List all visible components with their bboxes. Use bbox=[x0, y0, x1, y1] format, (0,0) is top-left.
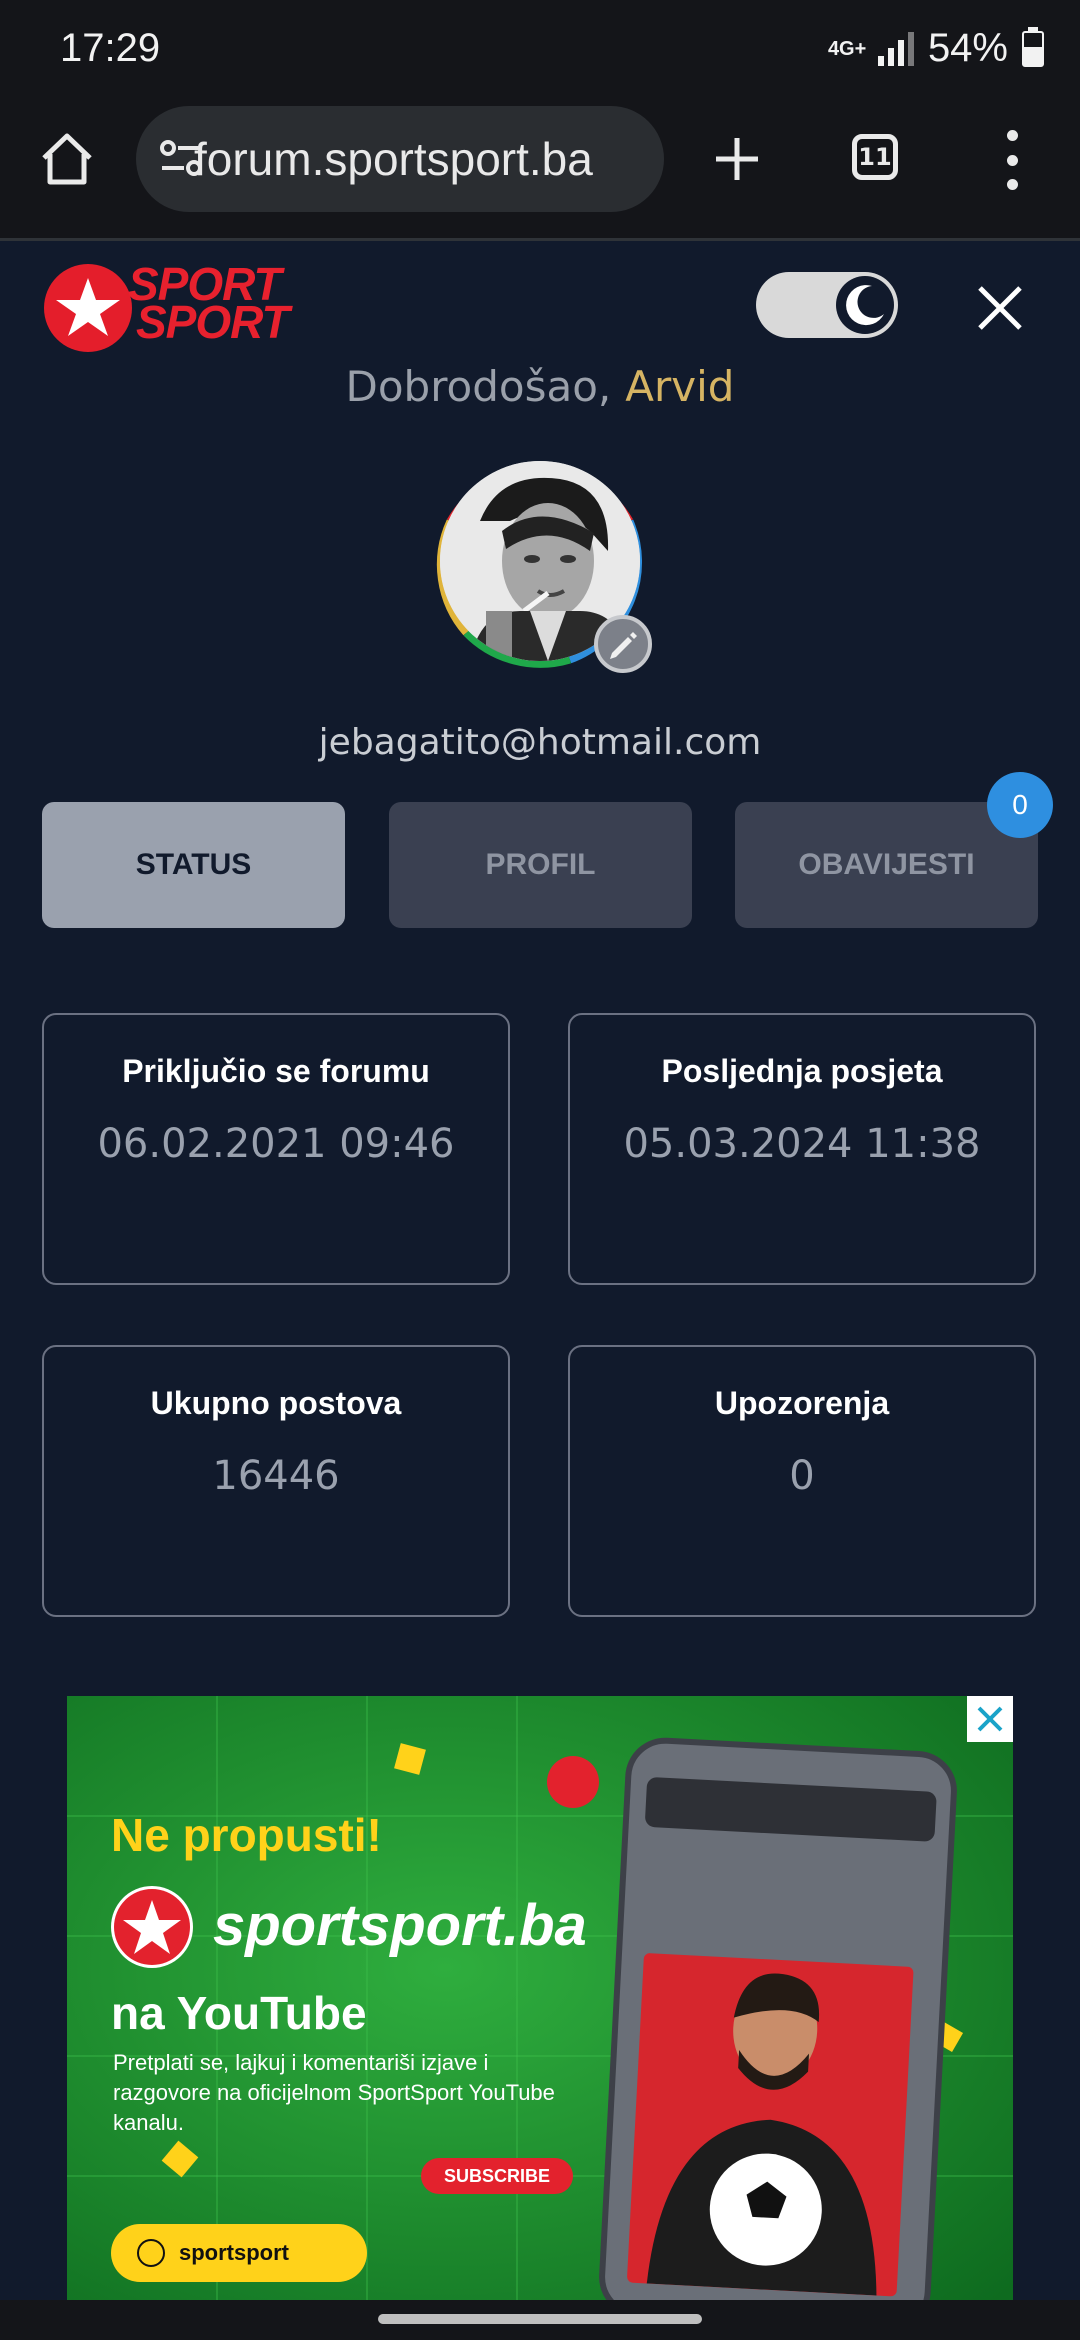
ad-close-button[interactable] bbox=[967, 1696, 1013, 1742]
close-icon[interactable] bbox=[974, 282, 1026, 334]
clock: 17:29 bbox=[60, 26, 161, 70]
home-icon[interactable] bbox=[38, 130, 96, 188]
youtube-ad-banner[interactable]: Ne propusti! sportsport.ba na YouTube Pr… bbox=[67, 1696, 1013, 2300]
edit-avatar-button[interactable] bbox=[594, 615, 652, 673]
phone-illustration bbox=[597, 1735, 959, 2300]
username: Arvid bbox=[625, 362, 735, 411]
phone-screen bbox=[626, 1952, 914, 2297]
stat-value: 16446 bbox=[212, 1453, 340, 1499]
ad-channel-text: na YouTube bbox=[111, 1987, 367, 2039]
moon-icon bbox=[846, 285, 884, 326]
gesture-nav-bar bbox=[0, 2300, 1080, 2340]
greeting-text: Dobrodošao, bbox=[345, 362, 612, 411]
url-text: forum.sportsport.ba bbox=[194, 133, 593, 185]
stat-card-joined: Priključio se forumu 06.02.2021 09:46 bbox=[42, 1013, 510, 1285]
ad-cta-button[interactable]: sportsport bbox=[111, 2224, 367, 2282]
home-gesture-pill[interactable] bbox=[378, 2314, 702, 2324]
address-bar[interactable]: forum.sportsport.ba bbox=[136, 106, 664, 212]
play-icon bbox=[137, 2239, 165, 2267]
status-icons: 4G+ 54% bbox=[828, 26, 1044, 71]
ad-brand-name: sportsport.ba bbox=[213, 1893, 587, 1958]
stat-label: Posljednja posjeta bbox=[661, 1053, 943, 1089]
stat-label: Upozorenja bbox=[714, 1385, 890, 1421]
overflow-menu-icon[interactable] bbox=[1000, 130, 1024, 190]
logo-text-2: SPORT bbox=[136, 296, 290, 348]
stat-label: Ukupno postova bbox=[150, 1385, 402, 1421]
sportsport-logo[interactable]: SPORT SPORT bbox=[44, 258, 324, 352]
stat-value: 05.03.2024 11:38 bbox=[623, 1121, 981, 1167]
pencil-icon bbox=[610, 632, 637, 659]
user-email: jebagatito@hotmail.com bbox=[318, 722, 762, 763]
close-icon bbox=[977, 1706, 1003, 1732]
phone-topbar bbox=[644, 1776, 937, 1842]
avatar[interactable] bbox=[420, 441, 660, 681]
ad-subscribe-label: SUBSCRIBE bbox=[421, 2158, 573, 2194]
ad-headline: Ne propusti! bbox=[111, 1809, 382, 1861]
welcome-message: Dobrodošao, Arvid bbox=[0, 362, 1080, 411]
battery-icon bbox=[1022, 26, 1044, 67]
notifications-badge: 0 bbox=[987, 772, 1053, 838]
stat-card-last-visit: Posljednja posjeta 05.03.2024 11:38 bbox=[568, 1013, 1036, 1285]
stat-value: 06.02.2021 09:46 bbox=[97, 1121, 455, 1167]
logo-star-icon bbox=[44, 264, 132, 352]
battery-percent: 54% bbox=[927, 26, 1008, 70]
tab-status[interactable]: STATUS bbox=[42, 802, 345, 928]
tab-switcher-button[interactable]: 11 bbox=[852, 134, 898, 180]
signal-icon bbox=[877, 31, 914, 66]
stat-label: Priključio se forumu bbox=[122, 1053, 430, 1089]
ad-description: Pretplati se, lajkuj i komentariši izjav… bbox=[113, 2050, 555, 2135]
ad-cta-label: sportsport bbox=[179, 2240, 289, 2265]
browser-toolbar: forum.sportsport.ba 11 bbox=[0, 100, 1080, 241]
tab-profil[interactable]: PROFIL bbox=[389, 802, 692, 928]
dark-mode-toggle[interactable] bbox=[756, 272, 898, 338]
ad-brand-logo-icon bbox=[111, 1886, 193, 1968]
status-bar: 17:29 4G+ 54% bbox=[0, 0, 1080, 100]
stat-card-total-posts: Ukupno postova 16446 bbox=[42, 1345, 510, 1617]
new-tab-icon[interactable] bbox=[712, 134, 762, 184]
stat-value: 0 bbox=[789, 1453, 815, 1499]
network-type-icon: 4G+ bbox=[827, 37, 867, 60]
stat-card-warnings: Upozorenja 0 bbox=[568, 1345, 1036, 1617]
